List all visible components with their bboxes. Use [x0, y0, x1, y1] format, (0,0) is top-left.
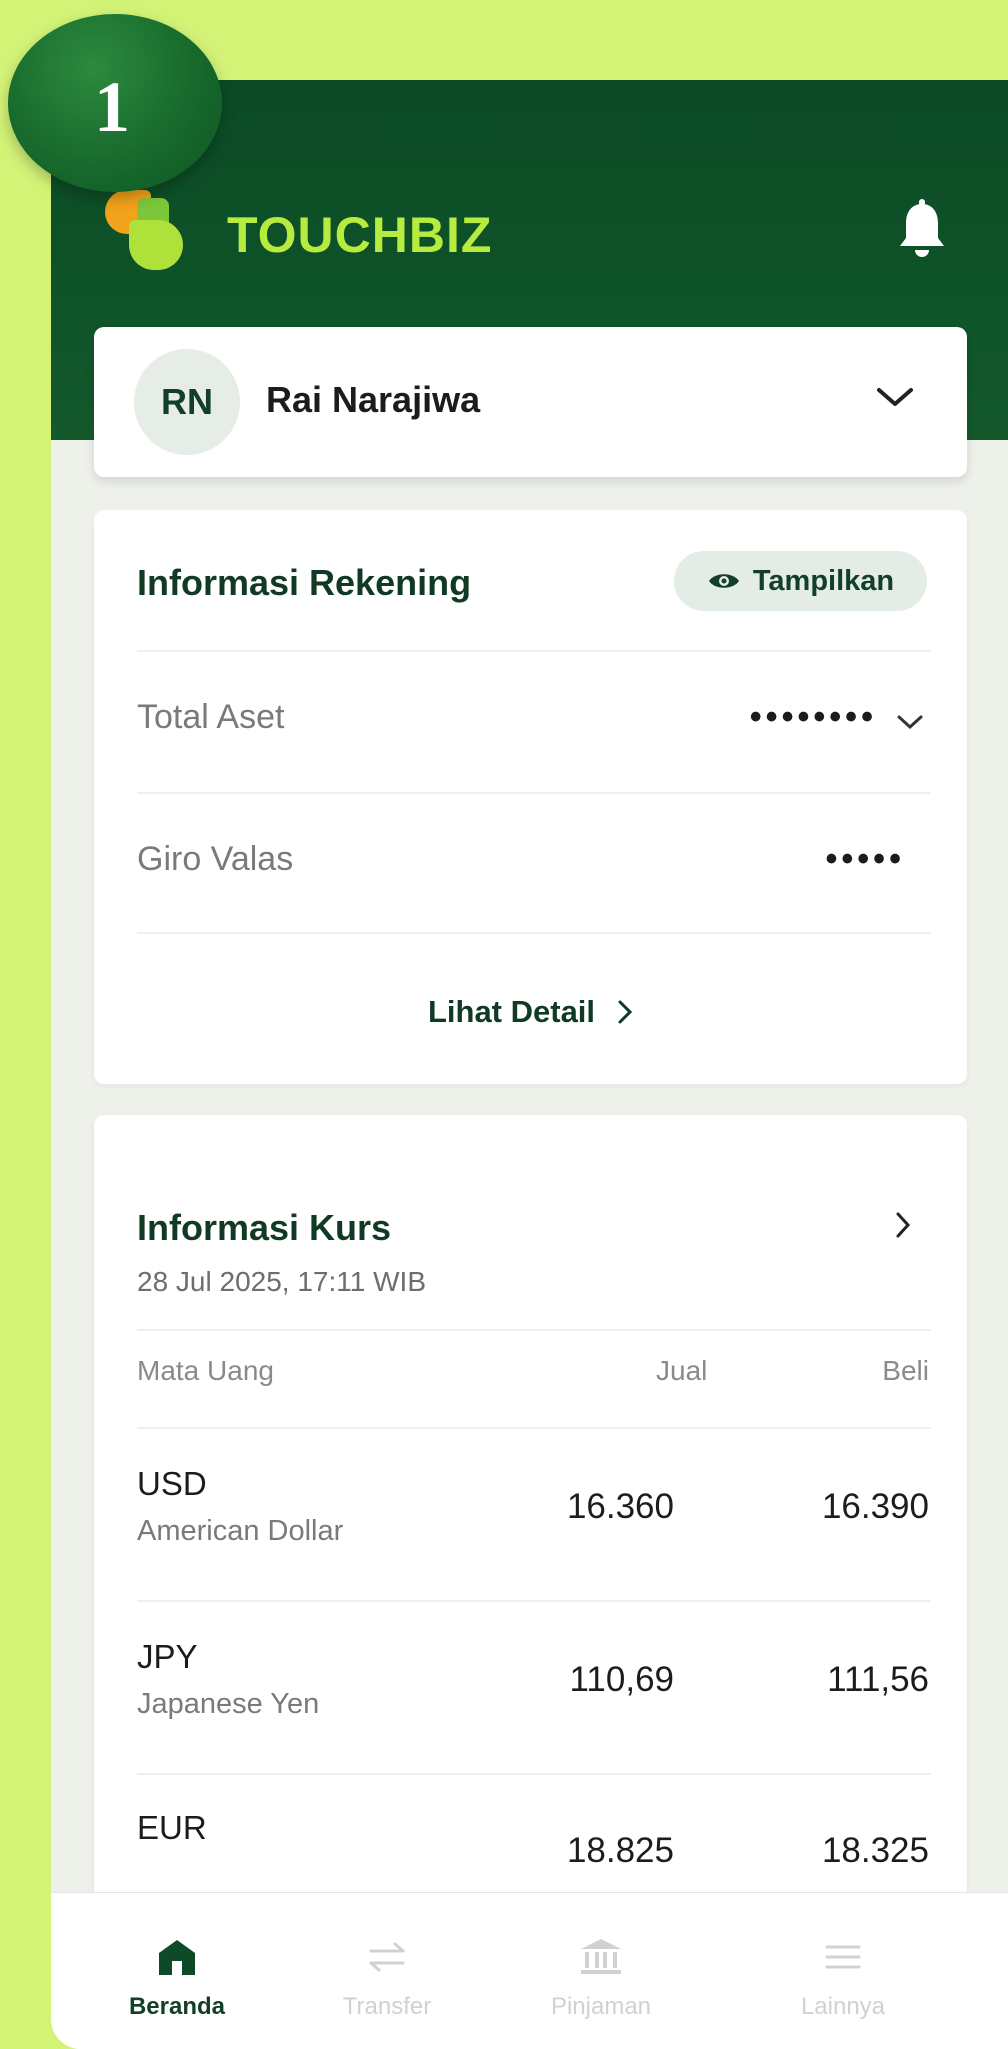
currency-code: EUR [137, 1809, 207, 1846]
currency-code: JPY [137, 1638, 198, 1675]
account-info-card: Informasi Rekening Tampilkan Total Aset … [94, 510, 967, 1084]
transfer-icon [369, 1942, 405, 1972]
step-badge: 1 [8, 14, 222, 192]
divider [137, 1773, 931, 1775]
bank-icon [581, 1939, 621, 1974]
currency-code: USD [137, 1465, 207, 1502]
show-balance-button[interactable]: Tampilkan [674, 551, 927, 611]
nav-transfer[interactable]: Transfer [287, 1893, 487, 2049]
giro-valas-value: ••••• [825, 840, 905, 878]
chevron-right-icon[interactable] [895, 1211, 911, 1239]
sell-rate: 16.360 [566, 1487, 674, 1526]
view-detail-label: Lihat Detail [427, 994, 596, 1029]
nav-label: Beranda [128, 1993, 226, 2020]
giro-valas-label: Giro Valas [137, 840, 294, 878]
chevron-down-icon[interactable] [895, 712, 925, 732]
divider [137, 650, 931, 652]
exchange-rate-title: Informasi Kurs [137, 1207, 392, 1248]
app-screen: TOUCHBIZ RN Rai Narajiwa Informasi Reken… [51, 80, 1008, 2049]
buy-rate: 18.325 [821, 1831, 929, 1870]
nav-label: Transfer [342, 1993, 432, 2020]
divider [137, 932, 931, 934]
account-selector[interactable]: RN Rai Narajiwa [94, 327, 967, 477]
avatar: RN [134, 349, 240, 455]
nav-label: Lainnya [800, 1993, 886, 2020]
divider [137, 1329, 931, 1331]
nav-pinjaman[interactable]: Pinjaman [501, 1893, 701, 2049]
divider [137, 792, 931, 794]
chevron-down-icon[interactable] [873, 382, 917, 412]
touchbiz-logo [105, 190, 195, 270]
step-number: 1 [94, 67, 130, 147]
nav-lainnya[interactable]: Lainnya [743, 1893, 943, 2049]
divider [137, 1427, 931, 1429]
nav-beranda[interactable]: Beranda [77, 1893, 277, 2049]
user-name: Rai Narajiwa [266, 379, 481, 420]
rate-timestamp: 28 Jul 2025, 17:11 WIB [137, 1266, 426, 1297]
currency-name: Japanese Yen [137, 1688, 320, 1720]
total-asset-value: •••••••• [749, 698, 877, 736]
divider [137, 1600, 931, 1602]
buy-rate: 16.390 [821, 1487, 929, 1526]
bell-icon[interactable] [896, 198, 948, 260]
buy-rate: 111,56 [827, 1660, 929, 1699]
buy-header: Beli [882, 1355, 929, 1386]
brand-name: TOUCHBIZ [227, 207, 493, 263]
currency-header: Mata Uang [137, 1355, 274, 1386]
sell-rate: 110,69 [569, 1660, 674, 1699]
bottom-nav: Beranda Transfer Pinjaman Lainnya [51, 1892, 1008, 2049]
account-info-title: Informasi Rekening [137, 562, 472, 603]
sell-header: Jual [656, 1355, 708, 1386]
eye-icon [708, 574, 739, 588]
chevron-right-icon [618, 1000, 633, 1024]
home-icon [159, 1940, 195, 1975]
currency-name: American Dollar [137, 1515, 344, 1547]
view-detail-link[interactable]: Lihat Detail [94, 994, 967, 1030]
total-asset-label: Total Aset [137, 698, 285, 736]
nav-label: Pinjaman [550, 1993, 652, 2020]
menu-icon [825, 1945, 861, 1969]
sell-rate: 18.825 [566, 1831, 674, 1870]
show-balance-label: Tampilkan [752, 564, 895, 597]
